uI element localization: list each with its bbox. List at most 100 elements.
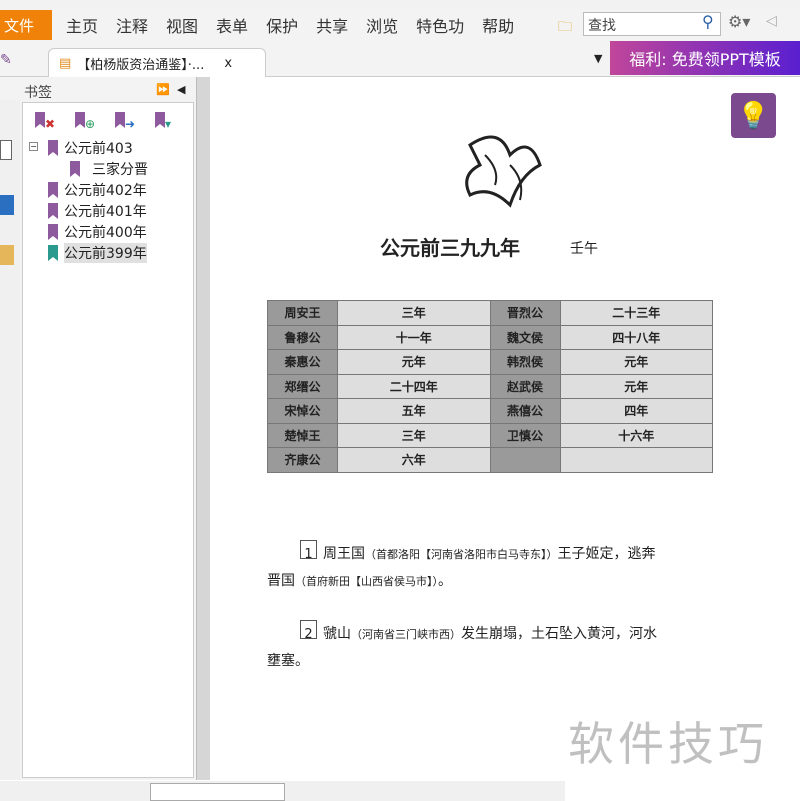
item-number: 1 <box>300 540 317 562</box>
gear-icon[interactable]: ⚙▾ <box>728 12 750 31</box>
bookmark-icon <box>48 182 58 198</box>
ruler-cell: 燕僖公 <box>489 398 561 424</box>
ruler-cell: 秦惠公 <box>267 349 338 375</box>
bookmark-label: 公元前400年 <box>64 225 147 241</box>
comments-icon[interactable] <box>0 245 14 265</box>
paragraph-1: 1 周王国（首都洛阳【河南省洛阳市白马寺东】）王子姬定，逃奔 晋国（首府新田【山西… <box>267 540 717 595</box>
menu-help[interactable]: 帮助 <box>482 13 514 37</box>
status-bar <box>0 781 565 801</box>
menu-browse[interactable]: 浏览 <box>366 13 398 37</box>
note: （河南省三门峡市西） <box>351 628 461 641</box>
bookmark-panel: ✖ ⊕ ➜ ▾ − 公元前403 三家分晋 公元前402年 公元前401年 公元… <box>22 102 194 778</box>
move-bookmark-icon[interactable]: ➜ <box>115 112 135 131</box>
expand-panel-icon[interactable]: ⏩ <box>156 83 170 96</box>
chevron-left-icon[interactable]: ◁ <box>766 13 777 29</box>
search-input[interactable]: 查找 <box>583 12 721 36</box>
expand-bookmarks-icon[interactable]: ▾ <box>155 112 171 131</box>
text: 虢山 <box>323 626 351 642</box>
bookmark-item[interactable]: 公元前401年 <box>48 201 147 221</box>
bookmark-item-selected[interactable]: 公元前399年 <box>48 243 147 263</box>
tab-close-button[interactable]: x <box>224 56 232 71</box>
sign-icon[interactable]: ✎ <box>0 52 12 68</box>
note: （首府新田【山西省侯马市】） <box>295 575 438 588</box>
ruler-cell: 赵武侯 <box>489 373 561 399</box>
table-row: 秦惠公 元年 韩烈侯 元年 <box>267 349 713 375</box>
pdf-file-icon: ▤ <box>59 56 72 71</box>
year-cell <box>559 447 713 473</box>
layers-icon[interactable] <box>0 195 14 215</box>
menu-form[interactable]: 表单 <box>216 13 248 37</box>
lightbulb-icon[interactable]: 💡 <box>731 93 776 138</box>
table-row: 郑缙公 二十四年 赵武侯 元年 <box>267 373 713 399</box>
menu-home[interactable]: 主页 <box>66 13 98 37</box>
menu-protect[interactable]: 保护 <box>266 13 298 37</box>
delete-bookmark-icon[interactable]: ✖ <box>35 112 55 131</box>
table-row: 宋悼公 五年 燕僖公 四年 <box>267 398 713 424</box>
year-cell: 元年 <box>337 349 491 375</box>
text: 发生崩塌，土石坠入黄河，河水 <box>461 626 657 642</box>
year-cell: 四十八年 <box>559 324 713 350</box>
bookmark-icon <box>48 245 58 261</box>
bookmark-icon <box>48 224 58 240</box>
bookmark-label: 公元前399年 <box>64 243 147 263</box>
year-cell: 三年 <box>337 422 491 448</box>
year-cell: 十一年 <box>337 324 491 350</box>
paragraph-2: 2 虢山（河南省三门峡市西）发生崩塌，土石坠入黄河，河水 壅塞。 <box>267 620 717 675</box>
table-row: 鲁穆公 十一年 魏文侯 四十八年 <box>267 324 713 350</box>
bookmark-item[interactable]: 公元前400年 <box>48 222 147 242</box>
year-cell: 元年 <box>559 373 713 399</box>
ruler-cell: 齐康公 <box>267 447 338 473</box>
text: 。 <box>438 573 452 589</box>
item-number: 2 <box>300 620 317 642</box>
note: （首都洛阳【河南省洛阳市白马寺东】） <box>365 548 558 561</box>
dragon-illustration <box>465 135 542 208</box>
ruler-cell: 韩烈侯 <box>489 349 561 375</box>
year-cell: 二十四年 <box>337 373 491 399</box>
bookmark-label: 三家分晋 <box>92 162 148 178</box>
menu-annotate[interactable]: 注释 <box>116 13 148 37</box>
ruler-cell: 周安王 <box>267 300 338 326</box>
tab-list-dropdown-icon[interactable]: ▼ <box>594 52 602 65</box>
year-cell: 元年 <box>559 349 713 375</box>
bookmark-item[interactable]: 三家分晋 <box>70 159 148 179</box>
ruler-cell: 宋悼公 <box>267 398 338 424</box>
file-menu-button[interactable]: 文件 <box>0 10 52 40</box>
year-cell: 二十三年 <box>559 300 713 326</box>
panel-splitter[interactable] <box>196 77 210 780</box>
folder-search-icon[interactable]: 🗀 <box>558 16 572 40</box>
reign-year-table: 周安王 三年 晋烈公 二十三年 鲁穆公 十一年 魏文侯 四十八年 秦惠公 元年 韩烈侯 元年 郑缙公 二十… <box>267 300 713 473</box>
sidebar-title: 书签 <box>24 85 52 101</box>
text: 周王国 <box>323 546 365 562</box>
table-row: 齐康公 六年 <box>267 447 713 473</box>
bookmark-item[interactable]: 公元前403 <box>48 138 133 158</box>
search-icon[interactable]: ⚲ <box>702 12 714 31</box>
quick-access-toolbar <box>0 0 800 9</box>
bookmark-label: 公元前401年 <box>64 204 147 220</box>
bookmark-icon <box>48 203 58 219</box>
menu-share[interactable]: 共享 <box>316 13 348 37</box>
bookmark-item[interactable]: 公元前402年 <box>48 180 147 200</box>
ruler-cell: 魏文侯 <box>489 324 561 350</box>
year-cell: 十六年 <box>559 422 713 448</box>
menu-features[interactable]: 特色功 <box>416 13 464 37</box>
bookmark-label: 公元前403 <box>64 141 133 157</box>
add-bookmark-icon[interactable]: ⊕ <box>75 112 95 131</box>
tab-title: 【柏杨版资治通鉴】·... <box>77 58 205 73</box>
table-row: 周安王 三年 晋烈公 二十三年 <box>267 300 713 326</box>
page-thumbnail-icon[interactable] <box>0 140 12 160</box>
year-cell: 四年 <box>559 398 713 424</box>
table-row: 楚悼王 三年 卫慎公 十六年 <box>267 422 713 448</box>
document-tab[interactable]: ▤ 【柏杨版资治通鉴】·... x <box>48 48 266 78</box>
text: 晋国 <box>267 573 295 589</box>
year-cell: 三年 <box>337 300 491 326</box>
page-number-input[interactable] <box>150 783 285 801</box>
watermark: 软件技巧 <box>568 717 768 771</box>
menu-view[interactable]: 视图 <box>166 13 198 37</box>
text: 壅塞。 <box>267 653 309 669</box>
promo-banner[interactable]: 福利: 免费领PPT模板 <box>610 41 800 75</box>
collapse-toggle-icon[interactable]: − <box>29 142 38 151</box>
collapse-panel-icon[interactable]: ◀ <box>177 83 185 96</box>
ruler-cell <box>489 447 561 473</box>
text: 王子姬定，逃奔 <box>557 546 656 562</box>
page-title: 公元前三九九年 <box>380 236 520 260</box>
